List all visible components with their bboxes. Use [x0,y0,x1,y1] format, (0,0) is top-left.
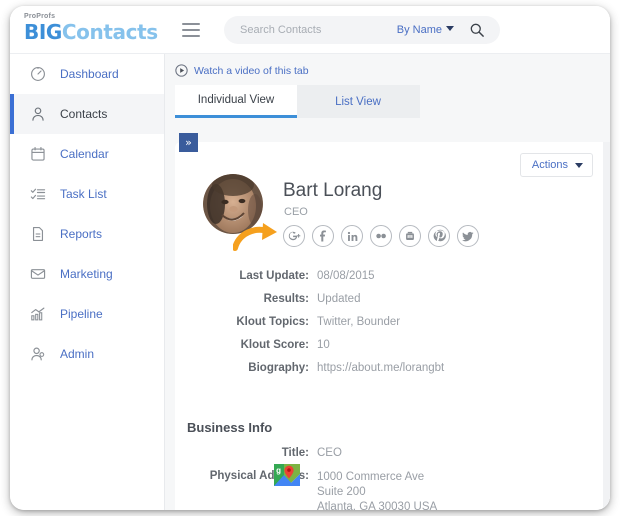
field-label: Klout Topics: [236,316,309,328]
flickr-icon[interactable] [370,225,392,247]
twitter-icon[interactable] [457,225,479,247]
chevron-down-icon [575,162,583,168]
linkedin-icon[interactable] [341,225,363,247]
logo-big-text: BIG [24,20,62,44]
app-window: ProProfs BIGContacts By Name [10,6,610,510]
sidebar-item-label: Contacts [60,107,108,121]
avatar[interactable] [203,174,263,234]
google-plus-icon[interactable] [283,225,305,247]
contact-job-title: CEO [284,206,308,218]
checklist-icon [30,188,46,200]
contact-fields: Last Update: 08/08/2015 Results: Updated… [175,270,610,385]
svg-text:g: g [276,466,281,475]
business-info-heading: Business Info [187,420,273,435]
hamburger-icon[interactable] [182,23,200,37]
social-links [283,225,479,247]
address-line: Suite 200 [317,486,366,498]
field-row-klout-topics: Klout Topics: Twitter, Bounder [175,316,610,328]
field-value[interactable]: https://about.me/lorangbt [317,362,444,374]
contact-detail-card: Actions Bart Lorang CEO Last Update: 08/… [175,142,610,510]
document-icon [32,227,44,241]
sidebar-item-label: Dashboard [60,67,119,81]
sidebar-item-label: Admin [60,347,95,361]
sidebar-item-calendar[interactable]: Calendar [10,134,164,174]
view-tabs: Individual View List View [175,85,420,118]
person-icon [32,107,44,121]
business-info-fields: Title: CEO Physical Address: 1000 Commer… [175,447,610,510]
logo-contacts-text: Contacts [61,20,158,44]
watch-video-label: Watch a video of this tab [194,64,309,77]
address-line: 1000 Commerce Ave [317,471,425,483]
search-bar: By Name [224,16,500,44]
field-value: Twitter, Bounder [317,316,401,328]
facebook-icon[interactable] [312,225,334,247]
address-value: 1000 Commerce Ave Suite 200 Atlanta, GA … [317,470,437,510]
sidebar-item-label: Calendar [60,147,109,161]
field-value: 08/08/2015 [317,270,375,282]
search-filter-label: By Name [396,24,442,36]
field-row-physical-address: Physical Address: 1000 Commerce Ave Suit… [175,464,610,510]
logo-bigcontacts-text: BIGContacts [24,21,164,44]
scrollbar[interactable] [603,142,610,510]
hamburger-bar [182,23,200,25]
calendar-icon [31,147,45,161]
pinterest-icon[interactable] [428,225,450,247]
app-logo[interactable]: ProProfs BIGContacts [24,12,164,44]
field-label: Klout Score: [240,339,309,351]
hamburger-bar [182,35,200,37]
tab-list-view[interactable]: List View [297,85,419,118]
youtube-icon[interactable] [399,225,421,247]
actions-button-label: Actions [531,159,568,171]
field-row-title: Title: CEO [175,447,610,459]
sidebar-item-dashboard[interactable]: Dashboard [10,54,164,94]
search-filter-dropdown[interactable]: By Name [397,16,454,44]
address-line: Atlanta, GA 30030 USA [317,501,438,510]
sidebar-item-label: Marketing [60,267,113,281]
field-row-results: Results: Updated [175,293,610,305]
tab-label: List View [335,95,381,108]
actions-button[interactable]: Actions [519,153,593,177]
watch-video-link[interactable]: Watch a video of this tab [175,64,309,77]
hamburger-bar [182,29,200,31]
sidebar-item-admin[interactable]: Admin [10,334,164,374]
sidebar-item-pipeline[interactable]: Pipeline [10,294,164,334]
field-label: Biography: [248,362,309,374]
tab-label: Individual View [197,94,275,106]
field-row-biography: Biography: https://about.me/lorangbt [175,362,610,374]
google-maps-icon[interactable]: g [274,464,300,486]
bar-chart-icon [31,307,45,321]
people-icon [31,347,45,361]
sidebar-item-marketing[interactable]: Marketing [10,254,164,294]
sidebar-item-label: Pipeline [60,307,103,321]
envelope-icon [30,269,46,279]
sidebar-item-task-list[interactable]: Task List [10,174,164,214]
field-label: Title: [281,447,309,459]
field-value: 10 [317,339,330,351]
field-value: CEO [317,447,342,459]
sidebar-item-contacts[interactable]: Contacts [10,94,164,134]
speedometer-icon [31,67,45,81]
chevron-down-icon [446,26,454,31]
field-label: Results: [263,293,309,305]
field-row-klout-score: Klout Score: 10 [175,339,610,351]
sidebar: Dashboard Contacts Calendar Task List Re… [10,54,165,510]
sidebar-item-label: Reports [60,227,103,241]
search-input[interactable] [240,16,410,44]
sidebar-item-label: Task List [60,187,107,201]
play-circle-icon [175,64,188,77]
app-header: ProProfs BIGContacts By Name [10,6,610,54]
contact-photo [203,174,263,234]
content-area: Watch a video of this tab Individual Vie… [165,54,610,510]
contact-name: Bart Lorang [283,180,383,201]
sidebar-item-reports[interactable]: Reports [10,214,164,254]
field-row-last-update: Last Update: 08/08/2015 [175,270,610,282]
field-label: Last Update: [239,270,309,282]
tab-individual-view[interactable]: Individual View [175,85,297,118]
search-icon[interactable] [470,23,484,37]
field-value: Updated [317,293,361,305]
expand-panel-button[interactable]: » [179,133,198,152]
